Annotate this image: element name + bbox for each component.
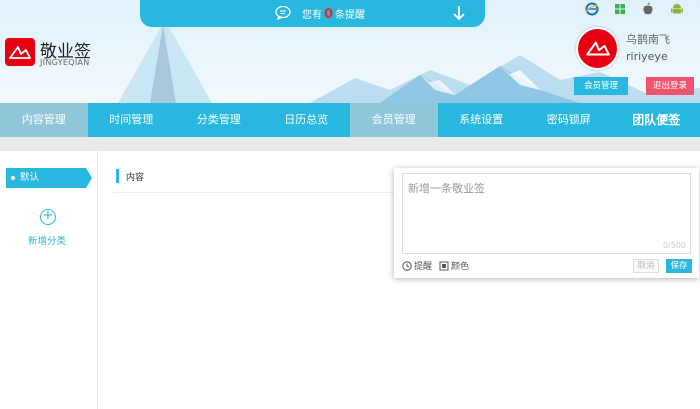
- remind-label: 提醒: [414, 262, 433, 272]
- nav-content-management[interactable]: 内容管理: [0, 103, 88, 137]
- message-bubble-icon: [275, 6, 291, 20]
- color-square-icon: [439, 261, 449, 271]
- header-banner: 您有 0 条提醒 敬业签 JINGYEQIAN 乌鹊南飞 ririyeye 会员…: [0, 0, 700, 103]
- notification-count: 0: [324, 7, 334, 22]
- cloud-avatar-icon: [586, 41, 610, 56]
- brand-subtitle: JINGYEQIAN: [40, 58, 90, 67]
- note-placeholder: 新增一条敬业签: [408, 182, 485, 195]
- content-header-marker: [116, 169, 119, 183]
- notification-bar[interactable]: 您有 0 条提醒: [140, 0, 485, 27]
- cancel-button[interactable]: 取消: [633, 259, 659, 273]
- sub-bar: [0, 137, 700, 151]
- char-counter: 0/500: [662, 241, 686, 250]
- member-management-button[interactable]: 会员管理: [574, 77, 628, 95]
- category-sidebar: 默认 + 新增分类: [0, 151, 98, 409]
- cloud-logo-icon: [9, 46, 31, 59]
- remind-option[interactable]: 提醒: [402, 259, 432, 272]
- logout-button[interactable]: 退出登录: [646, 77, 694, 95]
- add-category-link[interactable]: 新增分类: [28, 233, 66, 247]
- plus-circle-icon[interactable]: +: [40, 209, 56, 225]
- clock-icon: [402, 261, 412, 271]
- user-name: 乌鹊南飞: [626, 33, 670, 46]
- windows-icon[interactable]: [613, 2, 627, 16]
- user-account: ririyeye: [626, 50, 668, 63]
- nav-time-management[interactable]: 时间管理: [88, 103, 176, 137]
- content-header: 内容: [113, 167, 403, 193]
- ie-icon[interactable]: [585, 2, 599, 16]
- notification-text: 您有 0 条提醒: [302, 7, 366, 22]
- color-option[interactable]: 颜色: [439, 259, 469, 272]
- apple-icon[interactable]: [641, 2, 655, 16]
- color-label: 颜色: [451, 262, 470, 272]
- note-textarea[interactable]: 新增一条敬业签 0/500: [402, 173, 691, 254]
- brand-logo[interactable]: [5, 38, 35, 66]
- new-note-card: 新增一条敬业签 0/500 提醒 颜色 取消 保存: [394, 168, 699, 278]
- nav-category-management[interactable]: 分类管理: [175, 103, 263, 137]
- nav-password-lock[interactable]: 密码锁屏: [525, 103, 613, 137]
- user-avatar[interactable]: [576, 27, 619, 70]
- save-button[interactable]: 保存: [666, 259, 692, 273]
- nav-calendar-overview[interactable]: 日历总览: [263, 103, 351, 137]
- nav-team-notes[interactable]: 团队便签: [613, 103, 700, 137]
- content-header-label: 内容: [126, 173, 145, 183]
- category-default[interactable]: 默认: [6, 168, 92, 188]
- arrow-down-icon[interactable]: [452, 5, 466, 21]
- nav-member-management[interactable]: 会员管理: [350, 103, 438, 137]
- main-nav: 内容管理 时间管理 分类管理 日历总览 会员管理 系统设置 密码锁屏 团队便签: [0, 103, 700, 137]
- android-icon[interactable]: [670, 2, 684, 16]
- nav-system-settings[interactable]: 系统设置: [438, 103, 526, 137]
